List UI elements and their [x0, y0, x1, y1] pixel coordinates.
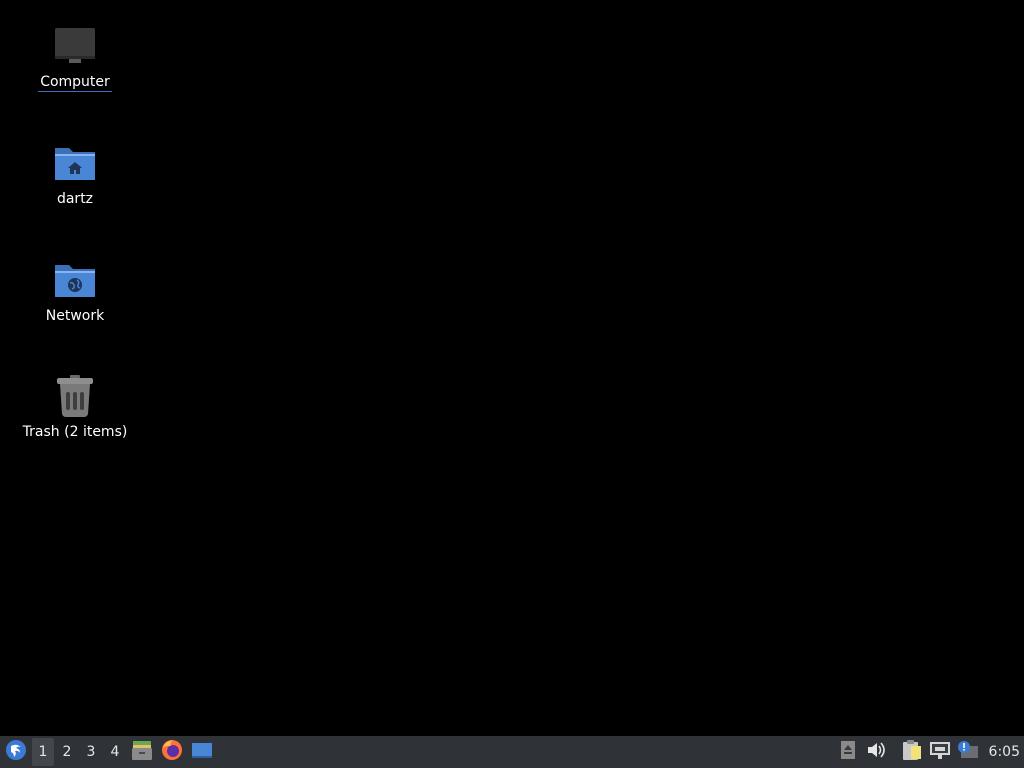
trash-icon [51, 372, 99, 420]
file-manager-icon [131, 739, 153, 765]
show-desktop-button[interactable] [188, 738, 216, 766]
desktop-icon-label: dartz [56, 191, 94, 207]
desktop-icon-computer[interactable]: Computer [10, 22, 140, 92]
show-desktop-icon [191, 739, 213, 765]
desktop-icon-network[interactable]: Network [10, 256, 140, 325]
start-menu-button[interactable] [2, 738, 30, 766]
workspace-1-button[interactable]: 1 [32, 738, 54, 766]
network-wired-icon [929, 740, 951, 764]
update-notifier-icon [957, 740, 979, 764]
network-tray-button[interactable] [927, 738, 953, 766]
start-menu-icon [5, 739, 27, 765]
network-folder-icon [51, 256, 99, 304]
desktop-icon-label: Trash (2 items) [22, 424, 128, 440]
update-tray-button[interactable] [955, 738, 981, 766]
desktop-icon-trash[interactable]: Trash (2 items) [10, 372, 140, 441]
desktop-icon-label: Network [45, 308, 105, 324]
firefox-launcher[interactable] [158, 738, 186, 766]
eject-tray-button[interactable] [835, 738, 861, 766]
workspace-4-button[interactable]: 4 [104, 738, 126, 766]
home-folder-icon [51, 139, 99, 187]
desktop-icon-home[interactable]: dartz [10, 139, 140, 208]
computer-icon [51, 22, 99, 70]
system-tray: 6:05 [833, 736, 1024, 768]
desktop[interactable]: Computer dartz Network Trash (2 items) [0, 0, 1024, 736]
file-manager-launcher[interactable] [128, 738, 156, 766]
clipboard-icon [902, 739, 922, 765]
clock[interactable]: 6:05 [981, 744, 1024, 760]
desktop-icon-label: Computer [38, 74, 112, 92]
volume-tray-button[interactable] [863, 738, 889, 766]
workspace-2-button[interactable]: 2 [56, 738, 78, 766]
firefox-icon [161, 739, 183, 765]
workspace-3-button[interactable]: 3 [80, 738, 102, 766]
eject-icon [840, 740, 856, 764]
taskbar-panel: 1 2 3 4 6:05 [0, 736, 1024, 768]
clipboard-tray-button[interactable] [899, 738, 925, 766]
volume-icon [866, 741, 886, 763]
